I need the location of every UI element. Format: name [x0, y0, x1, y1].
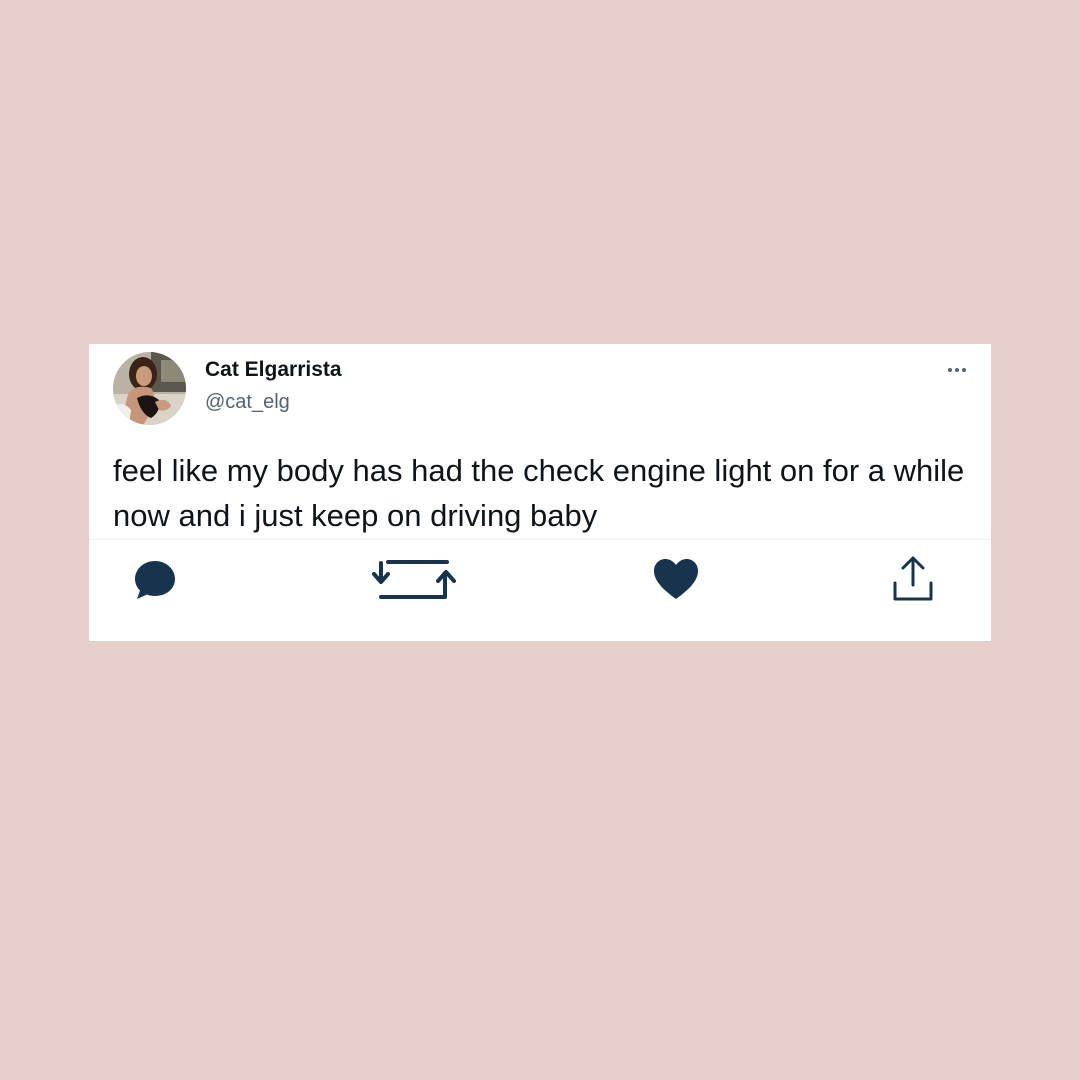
tweet-card: Cat Elgarrista @cat_elg feel like my bod… [89, 344, 991, 641]
page-background: Cat Elgarrista @cat_elg feel like my bod… [0, 0, 1080, 1080]
more-options-button[interactable] [941, 360, 973, 380]
user-handle[interactable]: @cat_elg [205, 391, 290, 414]
avatar[interactable] [113, 352, 186, 425]
reply-button[interactable] [133, 559, 177, 601]
like-button[interactable] [652, 557, 700, 601]
actions-divider [89, 539, 991, 540]
share-upload-icon [893, 556, 933, 601]
heart-icon [654, 559, 698, 599]
retweet-button[interactable] [371, 557, 457, 601]
retweet-arrows-icon [372, 560, 456, 599]
share-button[interactable] [891, 555, 935, 603]
more-dots-icon [948, 368, 966, 372]
display-name[interactable]: Cat Elgarrista [205, 358, 342, 382]
tweet-text: feel like my body has had the check engi… [113, 453, 965, 533]
reply-bubble-icon [135, 561, 175, 599]
avatar-photo [113, 352, 186, 425]
